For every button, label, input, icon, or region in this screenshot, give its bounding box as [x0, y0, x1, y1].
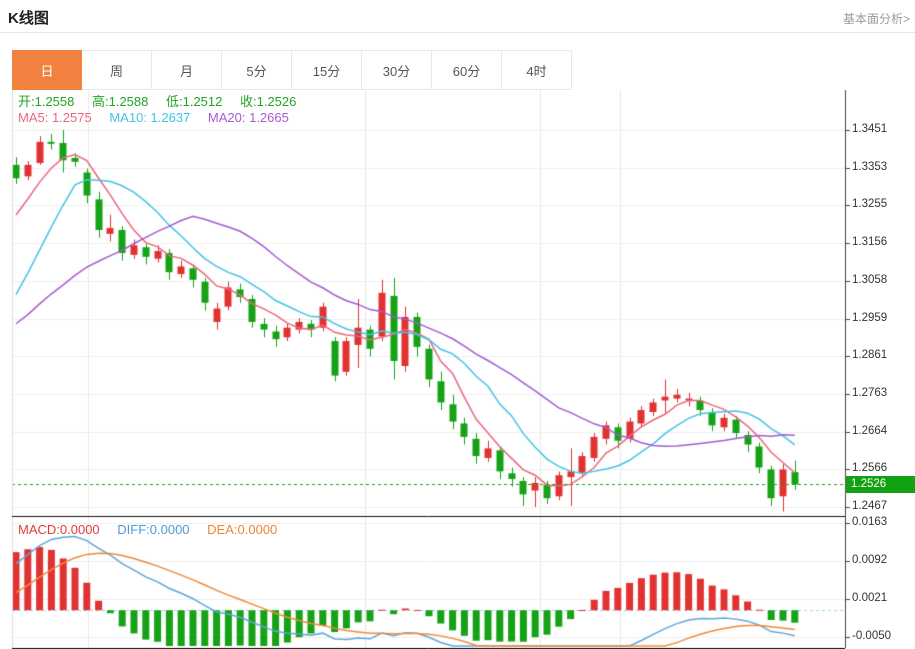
macd-legend: MACD:0.0000 DIFF:0.0000 DEA:0.0000	[18, 522, 291, 537]
interval-tab-bar: 日周月 5分 15分 30分 60分 4时	[12, 50, 572, 90]
close-value: 收:1.2526	[240, 94, 297, 109]
tab-5分[interactable]: 5分	[222, 50, 292, 90]
macd-tick-label: 0.0021	[852, 592, 888, 604]
ma10-value: MA10: 1.2637	[109, 110, 191, 125]
page-header: K线图 基本面分析>	[0, 0, 915, 33]
low-value: 低:1.2512	[166, 94, 223, 109]
ma20-value: MA20: 1.2665	[207, 110, 289, 125]
tab-日[interactable]: 日	[12, 50, 82, 90]
dea-value: DEA:0.0000	[207, 522, 278, 537]
page-title: K线图	[8, 10, 49, 27]
price-tick-label: 1.3255	[852, 198, 888, 211]
macd-tick-label: 0.0163	[852, 516, 888, 528]
ohlc-legend: 开:1.2558 高:1.2588 低:1.2512 收:1.2526	[18, 91, 310, 110]
chart-area: 开:1.2558 高:1.2588 低:1.2512 收:1.2526 MA5:…	[0, 90, 915, 649]
price-tick-label: 1.3156	[852, 236, 888, 249]
macd-value: MACD:0.0000	[18, 522, 100, 537]
diff-value: DIFF:0.0000	[117, 522, 190, 537]
macd-tick-label: 0.0092	[852, 554, 888, 566]
tab-15分[interactable]: 15分	[292, 50, 362, 90]
price-tick-label: 1.2664	[852, 424, 888, 437]
tab-月[interactable]: 月	[152, 50, 222, 90]
price-tick-label: 1.3353	[852, 160, 888, 173]
open-value: 开:1.2558	[18, 94, 75, 109]
price-tick-label: 1.2763	[852, 386, 888, 399]
tab-周[interactable]: 周	[82, 50, 152, 90]
ma5-value: MA5: 1.2575	[18, 110, 92, 125]
last-price-badge: 1.2526	[846, 476, 915, 494]
macd-tick-label: -0.0050	[852, 630, 892, 642]
kline-chart-canvas[interactable]	[0, 90, 915, 649]
tab-60分[interactable]: 60分	[432, 50, 502, 90]
price-tick-label: 1.2467	[852, 500, 888, 512]
price-tick-label: 1.3451	[852, 123, 888, 135]
tab-30分[interactable]: 30分	[362, 50, 432, 90]
high-value: 高:1.2588	[92, 94, 149, 109]
price-tick-label: 1.3058	[852, 273, 888, 286]
price-tick-label: 1.2566	[852, 462, 888, 475]
kline-page: K线图 基本面分析> 日周月 5分 15分 30分 60分 4时 开:1.2558 高:1…	[0, 0, 915, 649]
price-tick-label: 1.2861	[852, 349, 888, 362]
tab-4时[interactable]: 4时	[502, 50, 572, 90]
ma-legend: MA5: 1.2575 MA10: 1.2637 MA20: 1.2665	[18, 110, 303, 125]
price-tick-label: 1.2959	[852, 311, 888, 324]
fundamental-analysis-link[interactable]: 基本面分析>	[843, 10, 910, 27]
